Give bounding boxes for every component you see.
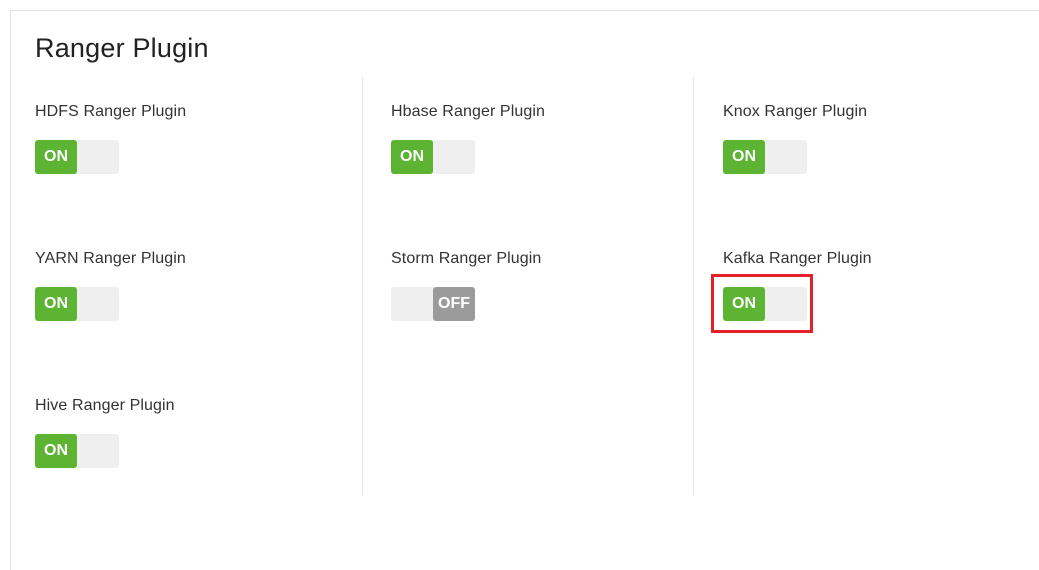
column-divider: [693, 77, 694, 495]
plugin-hive: Hive Ranger Plugin ON: [35, 396, 335, 468]
plugin-storm: Storm Ranger Plugin OFF: [391, 249, 691, 321]
knox-plugin-toggle[interactable]: ON: [723, 140, 807, 174]
toggle-state: ON: [723, 140, 765, 174]
plugin-hbase: Hbase Ranger Plugin ON: [391, 102, 691, 174]
ranger-plugin-panel: Ranger Plugin HDFS Ranger Plugin ON Hbas…: [10, 10, 1039, 570]
kafka-plugin-toggle[interactable]: ON: [723, 287, 807, 321]
panel-title: Ranger Plugin: [35, 33, 209, 63]
plugin-label: Kafka Ranger Plugin: [723, 250, 872, 267]
plugin-label: Hive Ranger Plugin: [35, 397, 175, 414]
plugin-yarn: YARN Ranger Plugin ON: [35, 249, 335, 321]
yarn-plugin-toggle[interactable]: ON: [35, 287, 119, 321]
plugin-label: HDFS Ranger Plugin: [35, 103, 187, 120]
column-divider: [362, 77, 363, 495]
plugin-kafka: Kafka Ranger Plugin ON: [711, 249, 1023, 333]
hive-plugin-toggle[interactable]: ON: [35, 434, 119, 468]
plugin-hdfs: HDFS Ranger Plugin ON: [35, 102, 335, 174]
toggle-state: ON: [35, 434, 77, 468]
toggle-state: ON: [391, 140, 433, 174]
toggle-state: ON: [35, 287, 77, 321]
plugin-label: Storm Ranger Plugin: [391, 250, 542, 267]
toggle-state: ON: [723, 287, 765, 321]
plugin-knox: Knox Ranger Plugin ON: [723, 102, 1023, 174]
toggle-state: ON: [35, 140, 77, 174]
plugin-label: Hbase Ranger Plugin: [391, 103, 545, 120]
hbase-plugin-toggle[interactable]: ON: [391, 140, 475, 174]
hdfs-plugin-toggle[interactable]: ON: [35, 140, 119, 174]
plugin-label: YARN Ranger Plugin: [35, 250, 186, 267]
storm-plugin-toggle[interactable]: OFF: [391, 287, 475, 321]
toggle-state: OFF: [433, 287, 475, 321]
plugin-label: Knox Ranger Plugin: [723, 103, 868, 120]
